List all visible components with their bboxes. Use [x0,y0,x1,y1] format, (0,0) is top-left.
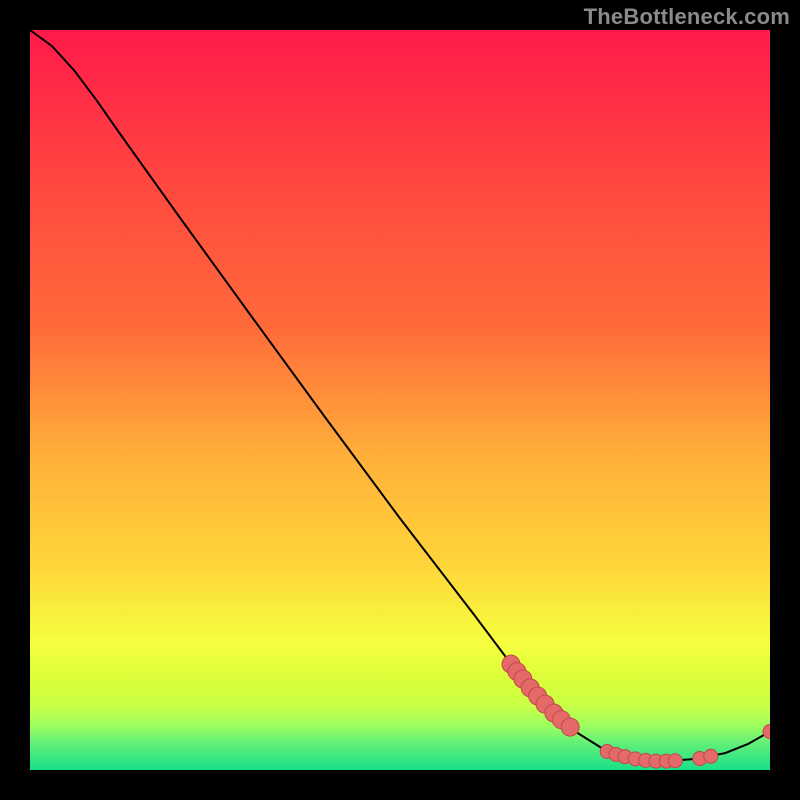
data-marker [561,718,579,736]
chart-frame: TheBottleneck.com [0,0,800,800]
watermark-text: TheBottleneck.com [584,4,790,30]
data-marker [668,754,682,768]
data-marker [704,749,718,763]
chart-svg [30,30,770,770]
plot-area [30,30,770,770]
